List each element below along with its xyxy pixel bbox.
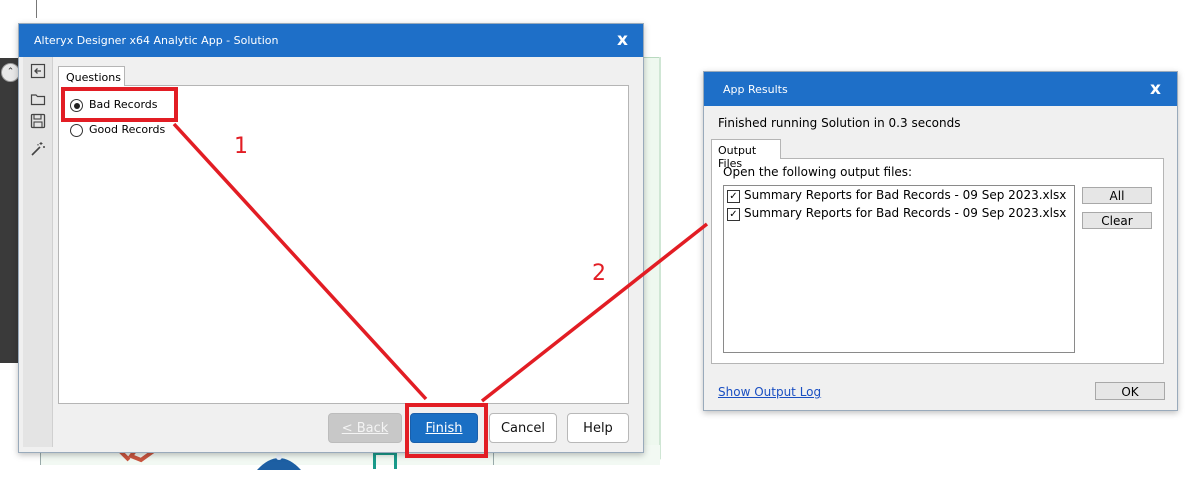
save-icon[interactable] xyxy=(30,113,46,129)
checkbox-checked[interactable]: ✓ xyxy=(727,208,740,221)
folder-icon[interactable] xyxy=(30,91,46,107)
highlight-box-bad-records xyxy=(61,87,178,122)
close-icon[interactable]: x xyxy=(1150,81,1161,98)
radio-label: Good Records xyxy=(89,123,166,136)
workflow-tool-icon xyxy=(373,452,397,469)
back-button[interactable]: < Back xyxy=(328,413,402,443)
canvas-background xyxy=(641,57,661,460)
workflow-tool-icon xyxy=(257,454,301,470)
dialog-titlebar: App Results x xyxy=(704,72,1177,106)
clear-button[interactable]: Clear xyxy=(1082,212,1152,229)
questions-panel: Bad Records Good Records xyxy=(58,85,629,404)
canvas-edge-line xyxy=(36,0,37,18)
tab-output-files[interactable]: Output Files xyxy=(711,139,781,170)
ok-button[interactable]: OK xyxy=(1095,382,1165,400)
cancel-button[interactable]: Cancel xyxy=(489,413,557,443)
help-button[interactable]: Help xyxy=(567,413,629,443)
annotation-step-1: 1 xyxy=(234,134,248,159)
app-results-dialog: App Results x Finished running Solution … xyxy=(703,71,1178,411)
checkbox-checked[interactable]: ✓ xyxy=(727,190,740,203)
magic-wand-icon[interactable] xyxy=(30,141,46,157)
annotation-step-2: 2 xyxy=(592,261,606,286)
back-arrow-icon[interactable] xyxy=(30,63,46,79)
file-name: Summary Reports for Bad Records - 09 Sep… xyxy=(744,206,1067,220)
select-all-button[interactable]: All xyxy=(1082,187,1152,204)
side-toolbar xyxy=(23,57,53,447)
file-name: Summary Reports for Bad Records - 09 Sep… xyxy=(744,188,1067,202)
output-file-list[interactable]: ✓ Summary Reports for Bad Records - 09 S… xyxy=(723,185,1075,353)
canvas-border xyxy=(659,57,661,459)
tab-label: Output Files xyxy=(718,144,757,170)
tab-label: Questions xyxy=(66,71,121,84)
designer-side-strip xyxy=(0,58,20,363)
radio-button[interactable] xyxy=(70,124,83,137)
run-status-text: Finished running Solution in 0.3 seconds xyxy=(718,116,961,130)
show-output-log-link[interactable]: Show Output Log xyxy=(718,385,821,399)
close-icon[interactable]: x xyxy=(617,32,628,49)
dialog-title: Alteryx Designer x64 Analytic App - Solu… xyxy=(34,34,279,47)
output-files-panel: Open the following output files: ✓ Summa… xyxy=(711,158,1164,364)
dialog-titlebar: Alteryx Designer x64 Analytic App - Solu… xyxy=(19,24,643,57)
tab-questions[interactable]: Questions xyxy=(58,66,125,86)
highlight-box-finish xyxy=(405,403,488,458)
dialog-title: App Results xyxy=(723,83,788,96)
